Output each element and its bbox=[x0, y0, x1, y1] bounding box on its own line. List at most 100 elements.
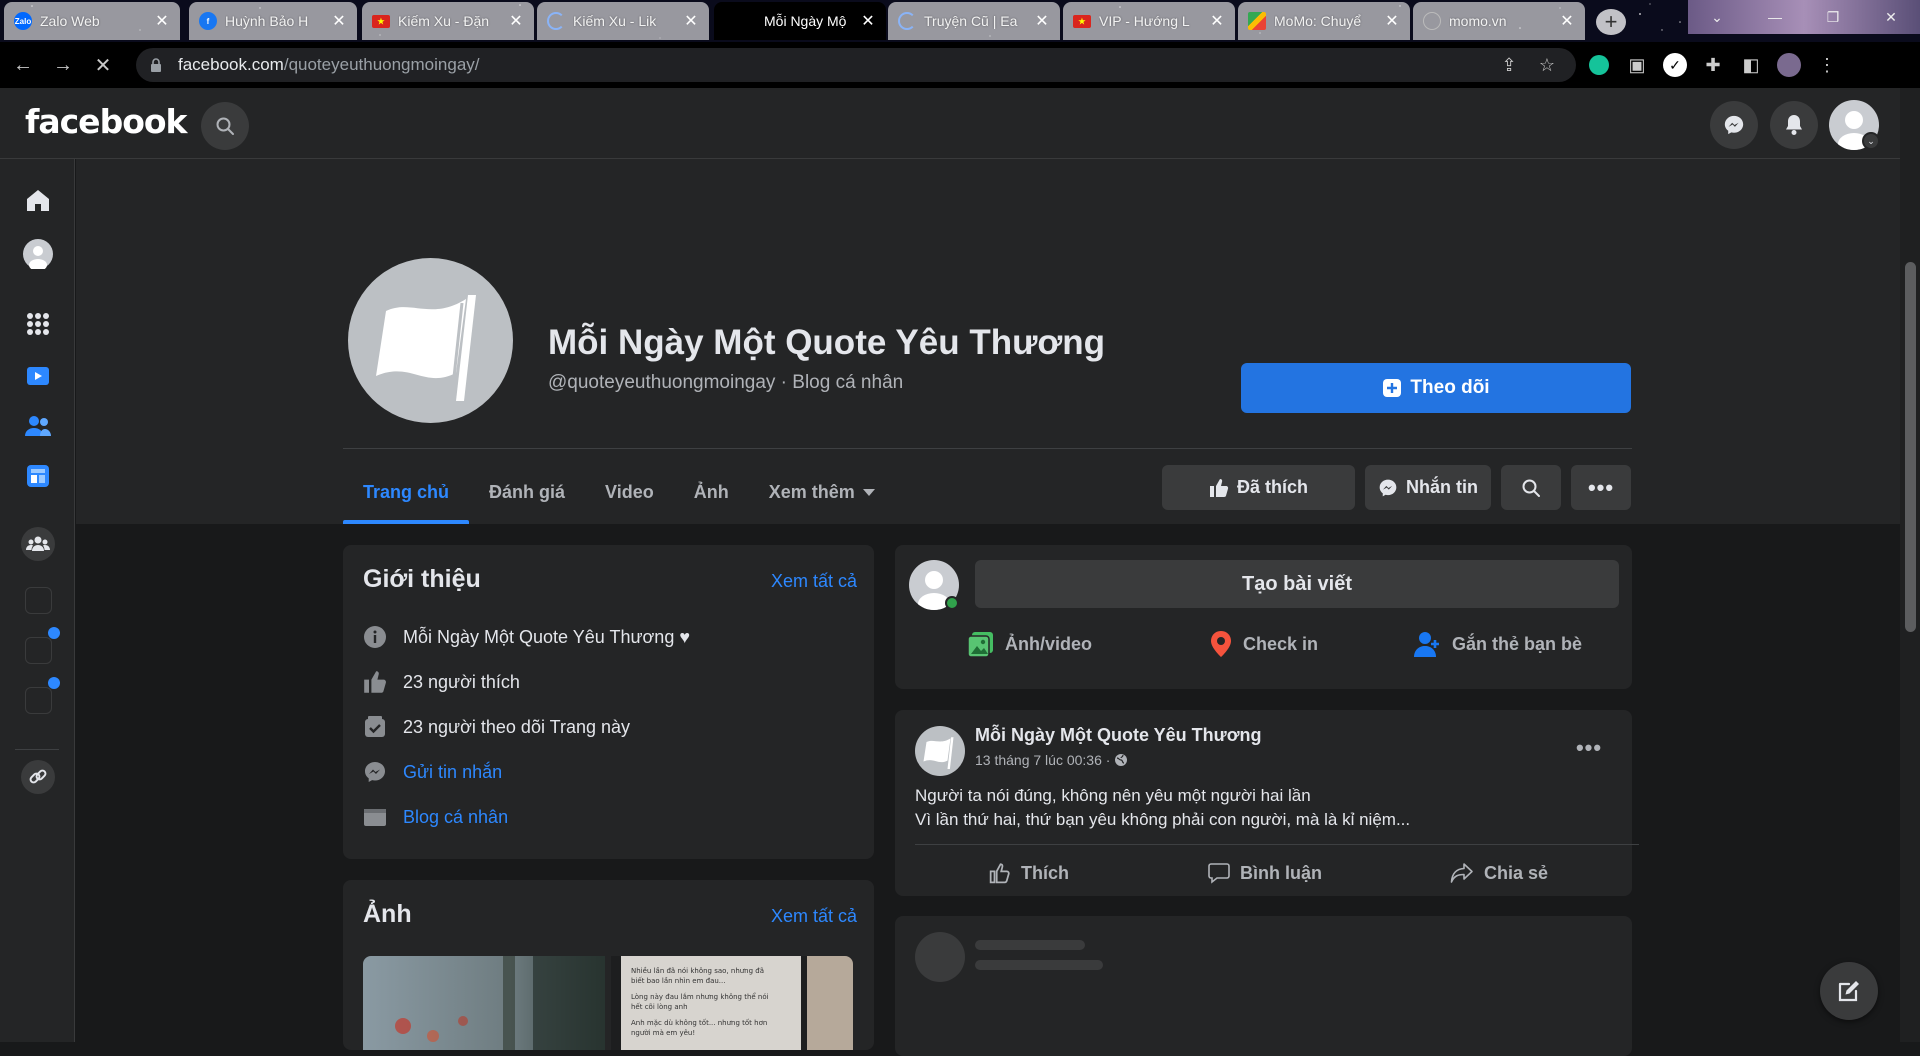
menu-shortcut[interactable] bbox=[21, 307, 55, 341]
close-tab-icon[interactable]: ✕ bbox=[1034, 11, 1050, 31]
message-button[interactable]: Nhắn tin bbox=[1365, 465, 1491, 510]
shortcut-placeholder[interactable] bbox=[25, 637, 52, 664]
watch-icon bbox=[27, 367, 49, 385]
tab-more[interactable]: Xem thêm bbox=[749, 460, 895, 524]
check-in-button[interactable]: Check in bbox=[1209, 621, 1318, 667]
side-panel-icon[interactable]: ◧ bbox=[1736, 50, 1766, 80]
link-shortcut[interactable] bbox=[21, 760, 55, 794]
post-options-button[interactable]: ••• bbox=[1571, 730, 1607, 766]
action-label: Chia sẻ bbox=[1484, 862, 1549, 883]
tab-video[interactable]: Video bbox=[585, 460, 674, 524]
tab-search-icon[interactable]: ⌄ bbox=[1688, 0, 1746, 34]
browser-tab[interactable]: Truyện Cũ | Ea ✕ bbox=[888, 2, 1060, 40]
intro-see-all-link[interactable]: Xem tất cả bbox=[771, 571, 857, 592]
account-menu-chevron-icon[interactable]: ⌄ bbox=[1862, 132, 1880, 150]
stop-loading-button[interactable]: ✕ bbox=[86, 48, 120, 82]
photo-video-icon bbox=[967, 632, 993, 658]
close-tab-icon[interactable]: ✕ bbox=[508, 11, 524, 31]
action-label: Gắn thẻ bạn bè bbox=[1452, 633, 1583, 654]
feeds-icon bbox=[27, 465, 49, 487]
tab-home[interactable]: Trang chủ bbox=[343, 460, 470, 524]
post-timestamp[interactable]: 13 tháng 7 lúc 00:36 · bbox=[975, 752, 1128, 768]
tag-friends-button[interactable]: Gắn thẻ bạn bè bbox=[1414, 621, 1582, 667]
photo-thumbnail[interactable]: Nhiều lần đã nói không sao, nhưng đã biế… bbox=[611, 956, 853, 1050]
menu-icon[interactable]: ⋮ bbox=[1812, 50, 1842, 80]
post-author-name[interactable]: Mỗi Ngày Một Quote Yêu Thương bbox=[975, 725, 1262, 746]
follow-button[interactable]: Theo dõi bbox=[1241, 363, 1631, 413]
post-author-avatar[interactable] bbox=[915, 726, 965, 776]
forward-button[interactable]: → bbox=[46, 48, 80, 82]
address-bar[interactable]: facebook.com /quoteyeuthuongmoingay/ ⇪ ☆ bbox=[136, 48, 1576, 82]
back-button[interactable]: ← bbox=[6, 48, 40, 82]
browser-tab-active[interactable]: Mỗi Ngày Mộ ✕ bbox=[714, 2, 886, 40]
close-tab-icon[interactable]: ✕ bbox=[154, 11, 170, 31]
page-search-button[interactable] bbox=[1501, 465, 1561, 510]
browser-tab[interactable]: ★ Kiếm Xu - Đặn ✕ bbox=[362, 2, 534, 40]
tab-reviews[interactable]: Đánh giá bbox=[469, 460, 585, 524]
grammarly-icon[interactable] bbox=[1584, 50, 1614, 80]
liked-button[interactable]: Đã thích bbox=[1162, 465, 1355, 510]
quote-line: hết cõi lòng anh bbox=[631, 1003, 688, 1011]
messenger-button[interactable] bbox=[1710, 101, 1758, 149]
groups-shortcut[interactable] bbox=[21, 527, 55, 561]
close-tab-icon[interactable]: ✕ bbox=[1559, 11, 1575, 31]
shortcut-placeholder[interactable] bbox=[25, 687, 52, 714]
window-controls: ⌄ — ❐ ✕ bbox=[1688, 0, 1920, 34]
facebook-logo[interactable]: facebook bbox=[25, 102, 187, 141]
tab-photos[interactable]: Ảnh bbox=[674, 460, 749, 524]
extension-icon[interactable]: ▣ bbox=[1622, 50, 1652, 80]
check-extension-icon[interactable]: ✓ bbox=[1660, 50, 1690, 80]
bookmark-star-icon[interactable]: ☆ bbox=[1532, 50, 1562, 80]
shortcut-placeholder[interactable] bbox=[25, 587, 52, 614]
browser-tab[interactable]: Zalo Zalo Web ✕ bbox=[4, 2, 180, 40]
search-button[interactable] bbox=[201, 102, 249, 150]
close-window-icon[interactable]: ✕ bbox=[1862, 0, 1920, 34]
puzzle-icon[interactable]: ✚ bbox=[1698, 50, 1728, 80]
category-link[interactable]: Blog cá nhân bbox=[403, 807, 508, 828]
lock-icon[interactable] bbox=[150, 58, 162, 72]
close-tab-icon[interactable]: ✕ bbox=[1209, 11, 1225, 31]
close-tab-icon[interactable]: ✕ bbox=[860, 11, 876, 31]
photo-thumbnail[interactable] bbox=[363, 956, 605, 1050]
share-button[interactable]: Chia sẻ bbox=[1450, 852, 1548, 894]
home-icon bbox=[27, 190, 49, 211]
url-path: /quoteyeuthuongmoingay/ bbox=[283, 55, 480, 74]
close-tab-icon[interactable]: ✕ bbox=[1384, 11, 1400, 31]
home-shortcut[interactable] bbox=[21, 183, 55, 217]
browser-tab[interactable]: momo.vn ✕ bbox=[1413, 2, 1585, 40]
browser-tab[interactable]: Kiếm Xu - Lik ✕ bbox=[537, 2, 709, 40]
skeleton-line bbox=[975, 940, 1085, 950]
create-post-button[interactable]: Tạo bài viết bbox=[975, 560, 1619, 608]
left-navigation-rail bbox=[0, 159, 75, 1042]
quote-line: Lòng này đau lắm nhưng không thể nói bbox=[631, 993, 769, 1001]
friends-shortcut[interactable] bbox=[21, 409, 55, 443]
new-message-button[interactable] bbox=[1820, 962, 1878, 1020]
watch-shortcut[interactable] bbox=[21, 359, 55, 393]
photo-video-button[interactable]: Ảnh/video bbox=[967, 621, 1092, 667]
intro-row-send-message[interactable]: Gửi tin nhắn bbox=[363, 760, 502, 784]
send-message-link[interactable]: Gửi tin nhắn bbox=[403, 762, 502, 783]
avatar-icon bbox=[23, 239, 53, 269]
browser-tab[interactable]: ★ VIP - Hướng L ✕ bbox=[1063, 2, 1235, 40]
feeds-shortcut[interactable] bbox=[21, 459, 55, 493]
facebook-header: facebook ⌄ bbox=[0, 88, 1900, 159]
minimize-icon[interactable]: — bbox=[1746, 0, 1804, 34]
like-button[interactable]: Thích bbox=[989, 852, 1069, 894]
browser-tab[interactable]: f Huỳnh Bảo H ✕ bbox=[189, 2, 357, 40]
groups-icon bbox=[21, 527, 55, 561]
intro-row-category[interactable]: Blog cá nhân bbox=[363, 805, 508, 829]
close-tab-icon[interactable]: ✕ bbox=[331, 11, 347, 31]
browser-tab[interactable]: MoMo: Chuyể ✕ bbox=[1238, 2, 1410, 40]
close-tab-icon[interactable]: ✕ bbox=[683, 11, 699, 31]
page-profile-picture[interactable] bbox=[348, 258, 513, 423]
more-options-button[interactable]: ••• bbox=[1571, 465, 1631, 510]
scrollbar-thumb[interactable] bbox=[1905, 262, 1916, 632]
notifications-button[interactable] bbox=[1770, 101, 1818, 149]
maximize-icon[interactable]: ❐ bbox=[1804, 0, 1862, 34]
photos-see-all-link[interactable]: Xem tất cả bbox=[771, 906, 857, 927]
new-tab-button[interactable]: + bbox=[1596, 9, 1626, 35]
profile-shortcut[interactable] bbox=[21, 237, 55, 271]
share-icon[interactable]: ⇪ bbox=[1494, 50, 1524, 80]
comment-button[interactable]: Bình luận bbox=[1208, 852, 1322, 894]
profile-avatar-icon[interactable] bbox=[1774, 50, 1804, 80]
